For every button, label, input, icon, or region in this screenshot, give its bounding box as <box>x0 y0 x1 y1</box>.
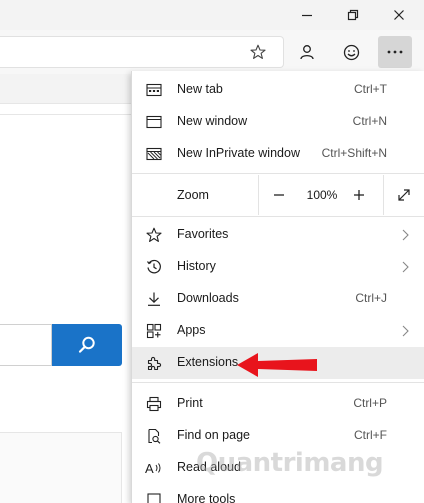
menu-item-label: New window <box>177 114 248 128</box>
settings-and-more-button[interactable] <box>378 36 412 68</box>
close-icon <box>394 10 404 20</box>
menu-separator <box>132 216 424 217</box>
menu-item-new-tab[interactable]: New tab Ctrl+T <box>132 74 424 106</box>
read-aloud-icon: A <box>145 459 163 477</box>
svg-text:A: A <box>145 461 154 476</box>
plus-icon <box>354 190 364 200</box>
find-icon <box>145 427 163 445</box>
menu-item-new-inprivate-window[interactable]: New InPrivate window Ctrl+Shift+N <box>132 138 424 170</box>
menu-item-downloads[interactable]: Downloads Ctrl+J <box>132 283 424 315</box>
star-icon <box>250 44 266 59</box>
menu-item-label: Favorites <box>177 227 229 241</box>
new-window-icon <box>145 113 163 131</box>
menu-item-label: More tools <box>177 492 236 503</box>
menu-item-label: Find on page <box>177 428 250 442</box>
print-icon <box>145 395 163 413</box>
menu-item-label: Downloads <box>177 291 239 305</box>
chevron-right-icon <box>402 261 409 273</box>
chevron-right-icon <box>402 325 409 337</box>
star-icon <box>145 226 163 244</box>
menu-item-label: Print <box>177 396 203 410</box>
feedback-button[interactable] <box>334 36 368 68</box>
annotation-arrow <box>237 353 317 377</box>
smiley-icon <box>343 44 359 60</box>
menu-item-favorites[interactable]: Favorites <box>132 219 424 251</box>
browser-toolbar <box>0 30 424 74</box>
menu-item-shortcut: Ctrl+N <box>352 114 387 128</box>
restore-button[interactable] <box>330 0 376 30</box>
watermark-text: Quantrimang <box>196 448 384 478</box>
new-tab-icon <box>145 81 163 99</box>
page-search-button[interactable] <box>52 324 122 366</box>
menu-item-new-window[interactable]: New window Ctrl+N <box>132 106 424 138</box>
extensions-icon <box>145 354 163 372</box>
menu-item-label: New InPrivate window <box>177 146 300 160</box>
add-favorite-button[interactable] <box>240 37 276 67</box>
menu-item-label: History <box>177 259 216 273</box>
menu-item-label: Apps <box>177 323 206 337</box>
download-icon <box>145 290 163 308</box>
menu-item-apps[interactable]: Apps <box>132 315 424 347</box>
menu-item-label: New tab <box>177 82 223 96</box>
watermark: Quantrimang <box>196 446 406 480</box>
profile-icon <box>300 45 314 60</box>
menu-item-history[interactable]: History <box>132 251 424 283</box>
settings-menu: New tab Ctrl+T New window Ctrl+N New InP… <box>131 71 424 503</box>
zoom-label: Zoom <box>177 188 209 202</box>
minus-icon <box>274 194 284 196</box>
restore-icon <box>347 9 359 21</box>
apps-icon <box>145 322 163 340</box>
menu-item-print[interactable]: Print Ctrl+P <box>132 388 424 420</box>
title-bar <box>0 0 424 30</box>
menu-item-label: Extensions <box>177 355 239 369</box>
inprivate-icon <box>145 145 163 163</box>
menu-item-shortcut: Ctrl+Shift+N <box>321 146 387 160</box>
menu-item-more-tools[interactable]: More tools <box>132 484 424 503</box>
address-bar[interactable] <box>0 36 284 68</box>
more-tools-icon <box>145 491 163 503</box>
page-card <box>0 432 122 503</box>
zoom-in-button[interactable] <box>339 175 379 215</box>
profile-button[interactable] <box>290 36 324 68</box>
close-button[interactable] <box>376 0 422 30</box>
menu-item-shortcut: Ctrl+P <box>353 396 387 410</box>
history-icon <box>145 258 163 276</box>
menu-item-shortcut: Ctrl+T <box>354 82 387 96</box>
menu-separator <box>132 173 424 174</box>
search-icon <box>78 336 95 353</box>
menu-separator <box>132 382 424 383</box>
menu-item-shortcut: Ctrl+F <box>354 428 387 442</box>
chevron-right-icon <box>402 229 409 241</box>
full-screen-button[interactable] <box>384 175 424 215</box>
zoom-out-button[interactable] <box>259 175 299 215</box>
more-dots-icon <box>387 50 403 54</box>
zoom-row: Zoom 100% <box>132 175 424 215</box>
fullscreen-icon <box>398 189 410 201</box>
page-search-input[interactable] <box>0 324 52 366</box>
menu-item-shortcut: Ctrl+J <box>355 291 387 305</box>
minimize-button[interactable] <box>284 0 330 30</box>
minimize-icon <box>302 14 312 17</box>
